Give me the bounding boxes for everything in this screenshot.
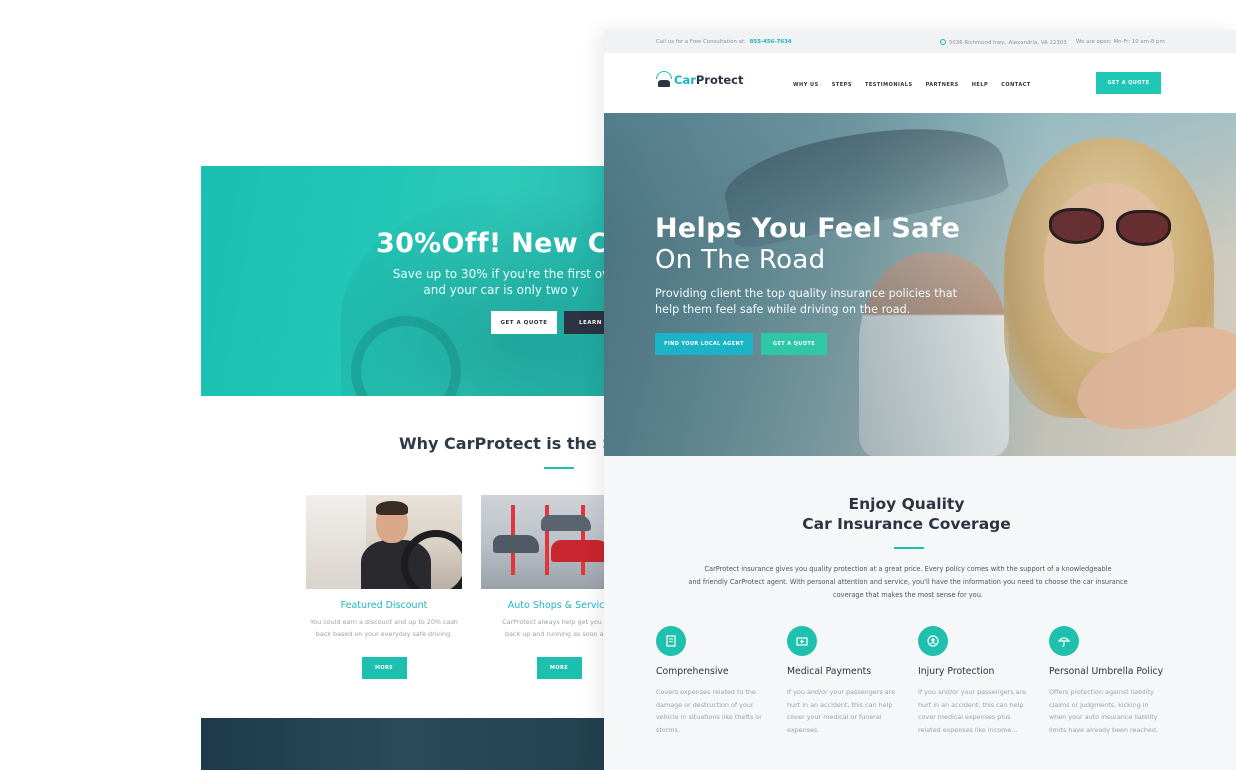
back-bottom-banner (201, 718, 604, 770)
coverage-item-text-line: claims or judgments, kicking in (1049, 700, 1149, 709)
find-local-agent-button[interactable]: FIND YOUR LOCAL AGENT (655, 333, 753, 355)
coverage-item-text-line: If you and/or your passengers are (787, 688, 896, 696)
location-pin-icon (940, 39, 946, 45)
site-logo[interactable]: Car Protect (656, 70, 744, 90)
feature-text-line: CarProtect always help get you and (502, 618, 604, 626)
call-label: Call us for a Free Consultation at: (656, 39, 746, 45)
back-hero-subtitle-line: Save up to 30% if you're the first ov (392, 267, 604, 281)
nav-get-quote-button[interactable]: GET A QUOTE (1096, 72, 1161, 94)
heading-underline (894, 547, 924, 549)
feature-text-line: back based on your everyday safe driving… (315, 630, 453, 638)
coverage-item-medical: Medical Payments If you and/or your pass… (787, 626, 907, 737)
nav-item-help[interactable]: HELP (972, 82, 988, 88)
more-button[interactable]: MORE (536, 657, 582, 679)
back-get-quote-button[interactable]: GET A QUOTE (491, 311, 557, 334)
heading-underline (544, 467, 574, 469)
feature-text: CarProtect always help get you and back … (481, 616, 604, 640)
hero-get-quote-button[interactable]: GET A QUOTE (761, 333, 827, 355)
document-icon[interactable] (656, 626, 686, 656)
driver-photo (306, 495, 462, 589)
coverage-item-text-line: limits have already been reached. (1049, 726, 1158, 735)
feature-title[interactable]: Featured Discount (306, 600, 462, 611)
coverage-item-text-line: storms. (656, 726, 680, 735)
hero-section: Helps You Feel Safe On The Road Providin… (604, 113, 1236, 456)
coverage-item-text-line: expenses. (787, 726, 820, 735)
phone-link[interactable]: 855-456-7634 (750, 39, 792, 45)
back-hero-subtitle-line: and your car is only two y (423, 283, 579, 297)
opening-hours: We are open: Mn-Fr: 10 am-8 pm (1076, 39, 1165, 45)
coverage-item-title[interactable]: Personal Umbrella Policy (1049, 666, 1169, 677)
feature-text: You could earn a discount and up to 20% … (306, 616, 462, 640)
more-button[interactable]: MORE (361, 657, 407, 679)
coverage-item-comprehensive: Comprehensive Covers expenses related to… (656, 626, 776, 737)
coverage-item-text-line: damage or destruction of your (656, 700, 754, 709)
coverage-title-line: Enjoy Quality (848, 495, 965, 513)
coverage-item-text-line: If you and/or your passengers are (918, 688, 1027, 696)
back-hero-subtitle: Save up to 30% if you're the first ov an… (351, 266, 604, 298)
coverage-item-text-line: Covers expenses related to the (656, 688, 756, 696)
feature-text-line: back up and running as soon as p (505, 630, 604, 638)
umbrella-car-logo-icon (656, 71, 672, 89)
logo-text-protect: Protect (695, 73, 744, 87)
address-text: 5036 Richmond hwy., Alexandria, VA 22303 (949, 40, 1067, 46)
feature-title[interactable]: Auto Shops & Service (481, 600, 604, 611)
feature-card-discount: Featured Discount You could earn a disco… (306, 495, 462, 679)
coverage-description: CarProtect insurance gives you quality p… (604, 563, 1212, 602)
coverage-item-text-line: cover your medical or funeral (787, 713, 882, 722)
nav-item-why-us[interactable]: WHY US (793, 82, 819, 88)
coverage-item-text: If you and/or your passengers are hurt i… (787, 686, 907, 737)
feature-text-line: You could earn a discount and up to 20% … (310, 618, 458, 626)
coverage-item-text: Covers expenses related to the damage or… (656, 686, 776, 737)
address: 5036 Richmond hwy., Alexandria, VA 22303 (940, 39, 1067, 46)
coverage-item-text-line: hurt in an accident, this can help (918, 700, 1024, 709)
nav-item-contact[interactable]: CONTACT (1001, 82, 1031, 88)
back-hero-title: 30%Off! New Car (376, 228, 604, 259)
hero-subtitle: Providing client the top quality insuran… (655, 286, 957, 318)
coverage-item-text: Offers protection against liability clai… (1049, 686, 1169, 737)
coverage-item-umbrella: Personal Umbrella Policy Offers protecti… (1049, 626, 1169, 737)
coverage-item-text-line: when your auto insurance liability (1049, 713, 1158, 722)
coverage-item-title[interactable]: Injury Protection (918, 666, 1038, 677)
back-section-heading: Why CarProtect is the Sma (399, 434, 604, 453)
coverage-description-line: coverage that makes the most sense for y… (833, 591, 983, 599)
top-info-bar: Call us for a Free Consultation at: 855-… (604, 30, 1236, 53)
coverage-description-line: CarProtect insurance gives you quality p… (704, 565, 1112, 573)
user-shield-icon[interactable] (918, 626, 948, 656)
coverage-title: Enjoy Quality Car Insurance Coverage (604, 494, 1209, 534)
nav-menu: WHY US STEPS TESTIMONIALS PARTNERS HELP … (793, 82, 1044, 88)
back-hero-banner: 30%Off! New Car Save up to 30% if you're… (201, 166, 604, 396)
auto-shop-photo (481, 495, 604, 589)
coverage-item-text-line: hurt in an accident, this can help (787, 700, 893, 709)
hero-subtitle-line: Providing client the top quality insuran… (655, 287, 958, 300)
nav-item-testimonials[interactable]: TESTIMONIALS (865, 82, 913, 88)
hero-title: Helps You Feel Safe (655, 213, 961, 244)
coverage-item-text-line: related expenses like income... (918, 726, 1018, 735)
back-page-preview: 30%Off! New Car Save up to 30% if you're… (201, 0, 604, 770)
back-learn-more-button[interactable]: LEARN MO (564, 311, 604, 334)
coverage-title-line: Car Insurance Coverage (802, 515, 1011, 533)
coverage-item-title[interactable]: Medical Payments (787, 666, 907, 677)
coverage-description-line: and friendly CarProtect agent. With pers… (688, 578, 1128, 586)
consultation-call: Call us for a Free Consultation at: 855-… (656, 39, 792, 45)
coverage-item-text-line: vehicle in situations like thefts or (656, 713, 762, 722)
logo-text-car: Car (674, 73, 696, 87)
medical-kit-icon[interactable] (787, 626, 817, 656)
coverage-item-text: If you and/or your passengers are hurt i… (918, 686, 1038, 737)
umbrella-icon[interactable] (1049, 626, 1079, 656)
nav-item-steps[interactable]: STEPS (832, 82, 852, 88)
main-navbar: Car Protect WHY US STEPS TESTIMONIALS PAR… (604, 53, 1236, 113)
coverage-item-text-line: cover medical expenses plus (918, 713, 1011, 722)
hero-subtitle-line: help them feel safe while driving on the… (655, 303, 911, 316)
coverage-item-text-line: Offers protection against liability (1049, 688, 1154, 696)
feature-card-auto-shops: Auto Shops & Service CarProtect always h… (481, 495, 604, 679)
hero-title-line2: On The Road (655, 245, 826, 275)
nav-item-partners[interactable]: PARTNERS (926, 82, 959, 88)
coverage-item-injury: Injury Protection If you and/or your pas… (918, 626, 1038, 737)
coverage-section: Enjoy Quality Car Insurance Coverage Car… (604, 456, 1236, 770)
coverage-item-title[interactable]: Comprehensive (656, 666, 776, 677)
front-page-preview: Call us for a Free Consultation at: 855-… (604, 30, 1236, 770)
